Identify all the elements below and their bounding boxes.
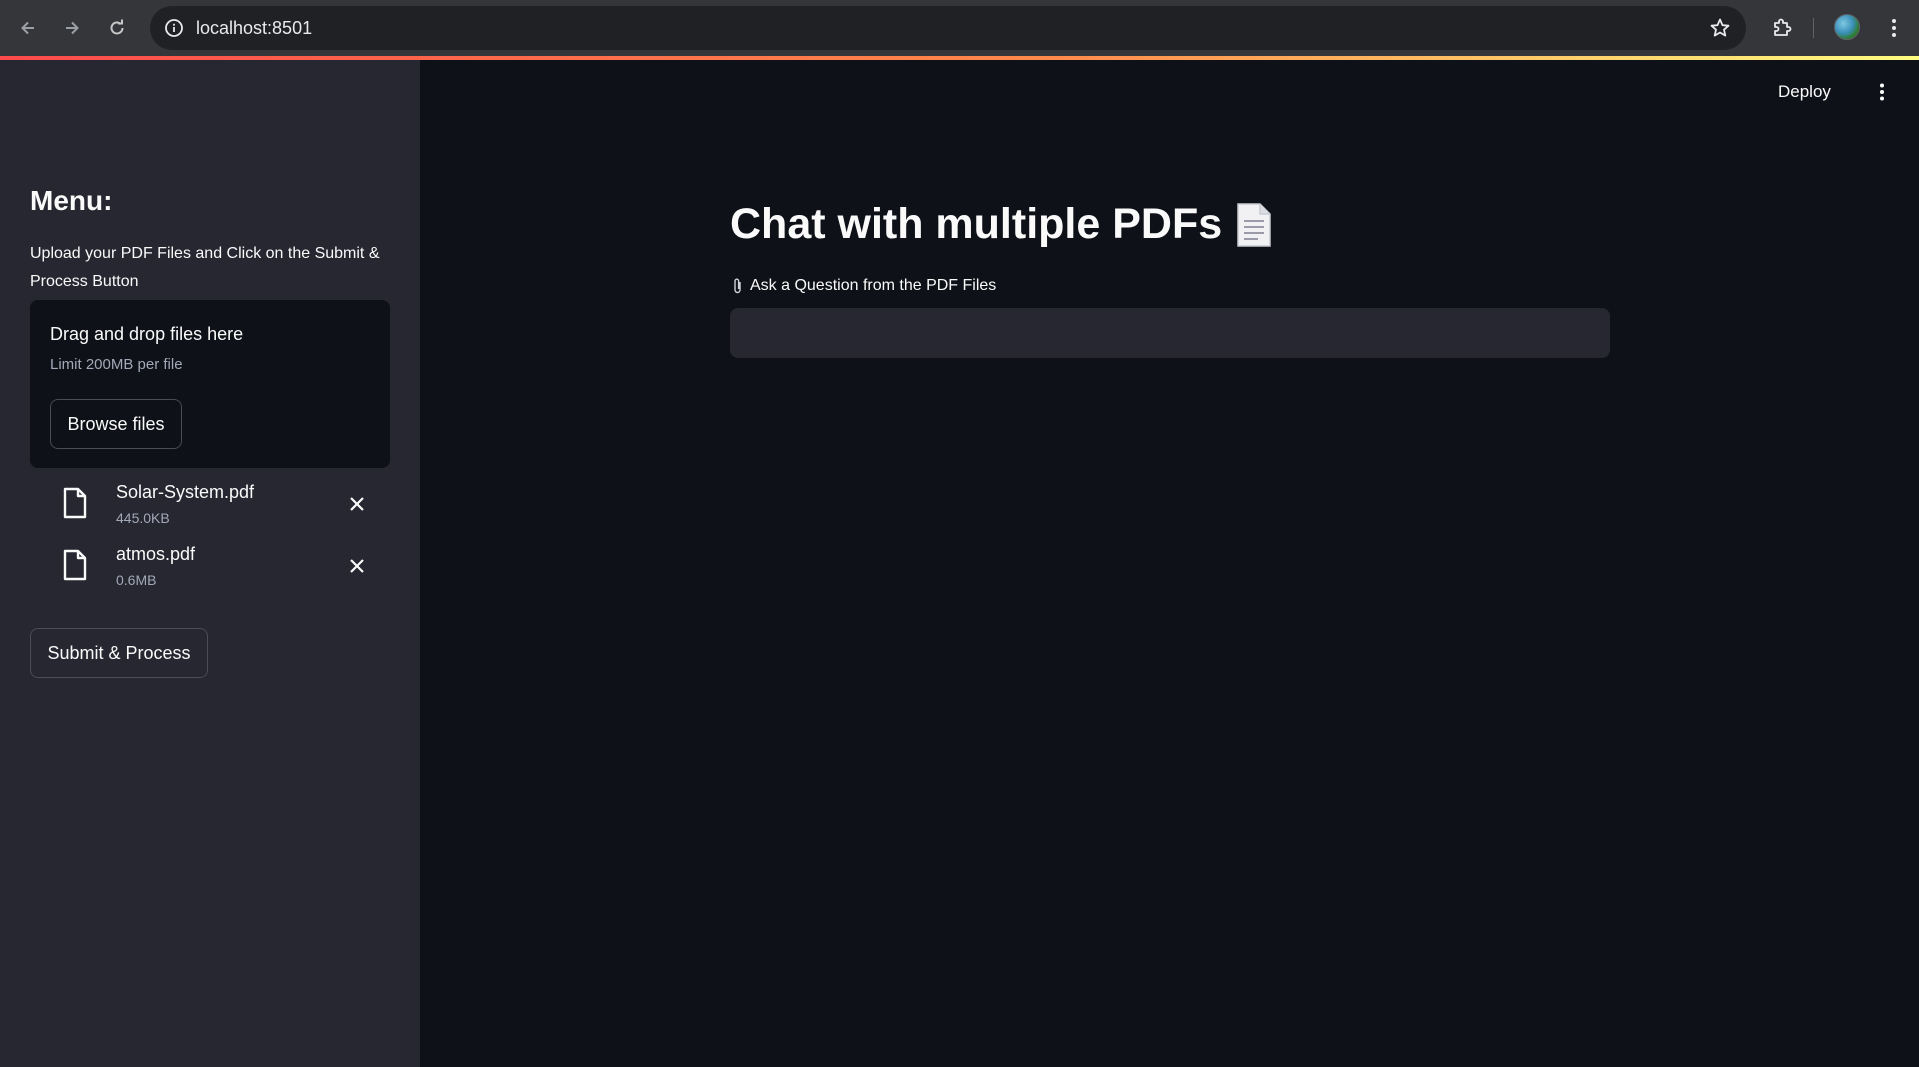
uploaded-file-item: atmos.pdf 0.6MB bbox=[55, 542, 375, 596]
sidebar: Menu: Upload your PDF Files and Click on… bbox=[0, 60, 420, 1067]
deploy-button[interactable]: Deploy bbox=[1778, 82, 1831, 102]
arrow-left-icon bbox=[21, 21, 34, 35]
main-content: Deploy Chat with multiple PDFs Ask a Que… bbox=[420, 60, 1919, 1067]
question-label-text: Ask a Question from the PDF Files bbox=[750, 277, 997, 294]
dropzone-title: Drag and drop files here bbox=[50, 324, 244, 344]
arrow-right-icon bbox=[66, 21, 79, 35]
site-info-icon[interactable] bbox=[162, 16, 186, 40]
file-name: atmos.pdf bbox=[116, 544, 196, 564]
file-name: Solar-System.pdf bbox=[116, 482, 255, 502]
profile-avatar[interactable] bbox=[1834, 14, 1860, 40]
browser-toolbar: localhost:8501 bbox=[0, 0, 1919, 56]
browse-files-button[interactable]: Browse files bbox=[50, 399, 182, 449]
back-button[interactable] bbox=[12, 12, 44, 44]
page-title: Chat with multiple PDFs bbox=[730, 200, 1272, 249]
reload-button[interactable] bbox=[101, 12, 133, 44]
page-title-text: Chat with multiple PDFs bbox=[730, 200, 1223, 248]
main-menu-icon[interactable] bbox=[1870, 80, 1894, 104]
file-dropzone[interactable]: Drag and drop files here Limit 200MB per… bbox=[30, 300, 390, 468]
document-icon bbox=[1234, 202, 1272, 248]
question-label: Ask a Question from the PDF Files bbox=[732, 277, 996, 295]
remove-file-close-icon[interactable] bbox=[345, 554, 369, 578]
submit-process-button[interactable]: Submit & Process bbox=[30, 628, 208, 678]
file-size: 0.6MB bbox=[116, 572, 157, 588]
paperclip-icon bbox=[732, 277, 744, 295]
extensions-puzzle-icon[interactable] bbox=[1766, 12, 1798, 44]
question-input[interactable] bbox=[730, 308, 1610, 358]
forward-button[interactable] bbox=[56, 12, 88, 44]
url-text[interactable]: localhost:8501 bbox=[196, 6, 312, 50]
dropzone-limit-text: Limit 200MB per file bbox=[50, 356, 183, 373]
bookmark-star-icon[interactable] bbox=[1706, 14, 1734, 42]
file-size: 445.0KB bbox=[116, 510, 170, 526]
toolbar-divider bbox=[1813, 18, 1814, 38]
browser-menu-icon[interactable] bbox=[1878, 12, 1910, 44]
remove-file-close-icon[interactable] bbox=[345, 492, 369, 516]
address-bar[interactable]: localhost:8501 bbox=[150, 6, 1746, 50]
file-icon bbox=[60, 548, 90, 582]
sidebar-instructions: Upload your PDF Files and Click on the S… bbox=[30, 245, 380, 290]
sidebar-title: Menu: bbox=[30, 185, 113, 216]
uploaded-file-item: Solar-System.pdf 445.0KB bbox=[55, 480, 375, 534]
file-icon bbox=[60, 486, 90, 520]
reload-icon bbox=[110, 19, 124, 35]
